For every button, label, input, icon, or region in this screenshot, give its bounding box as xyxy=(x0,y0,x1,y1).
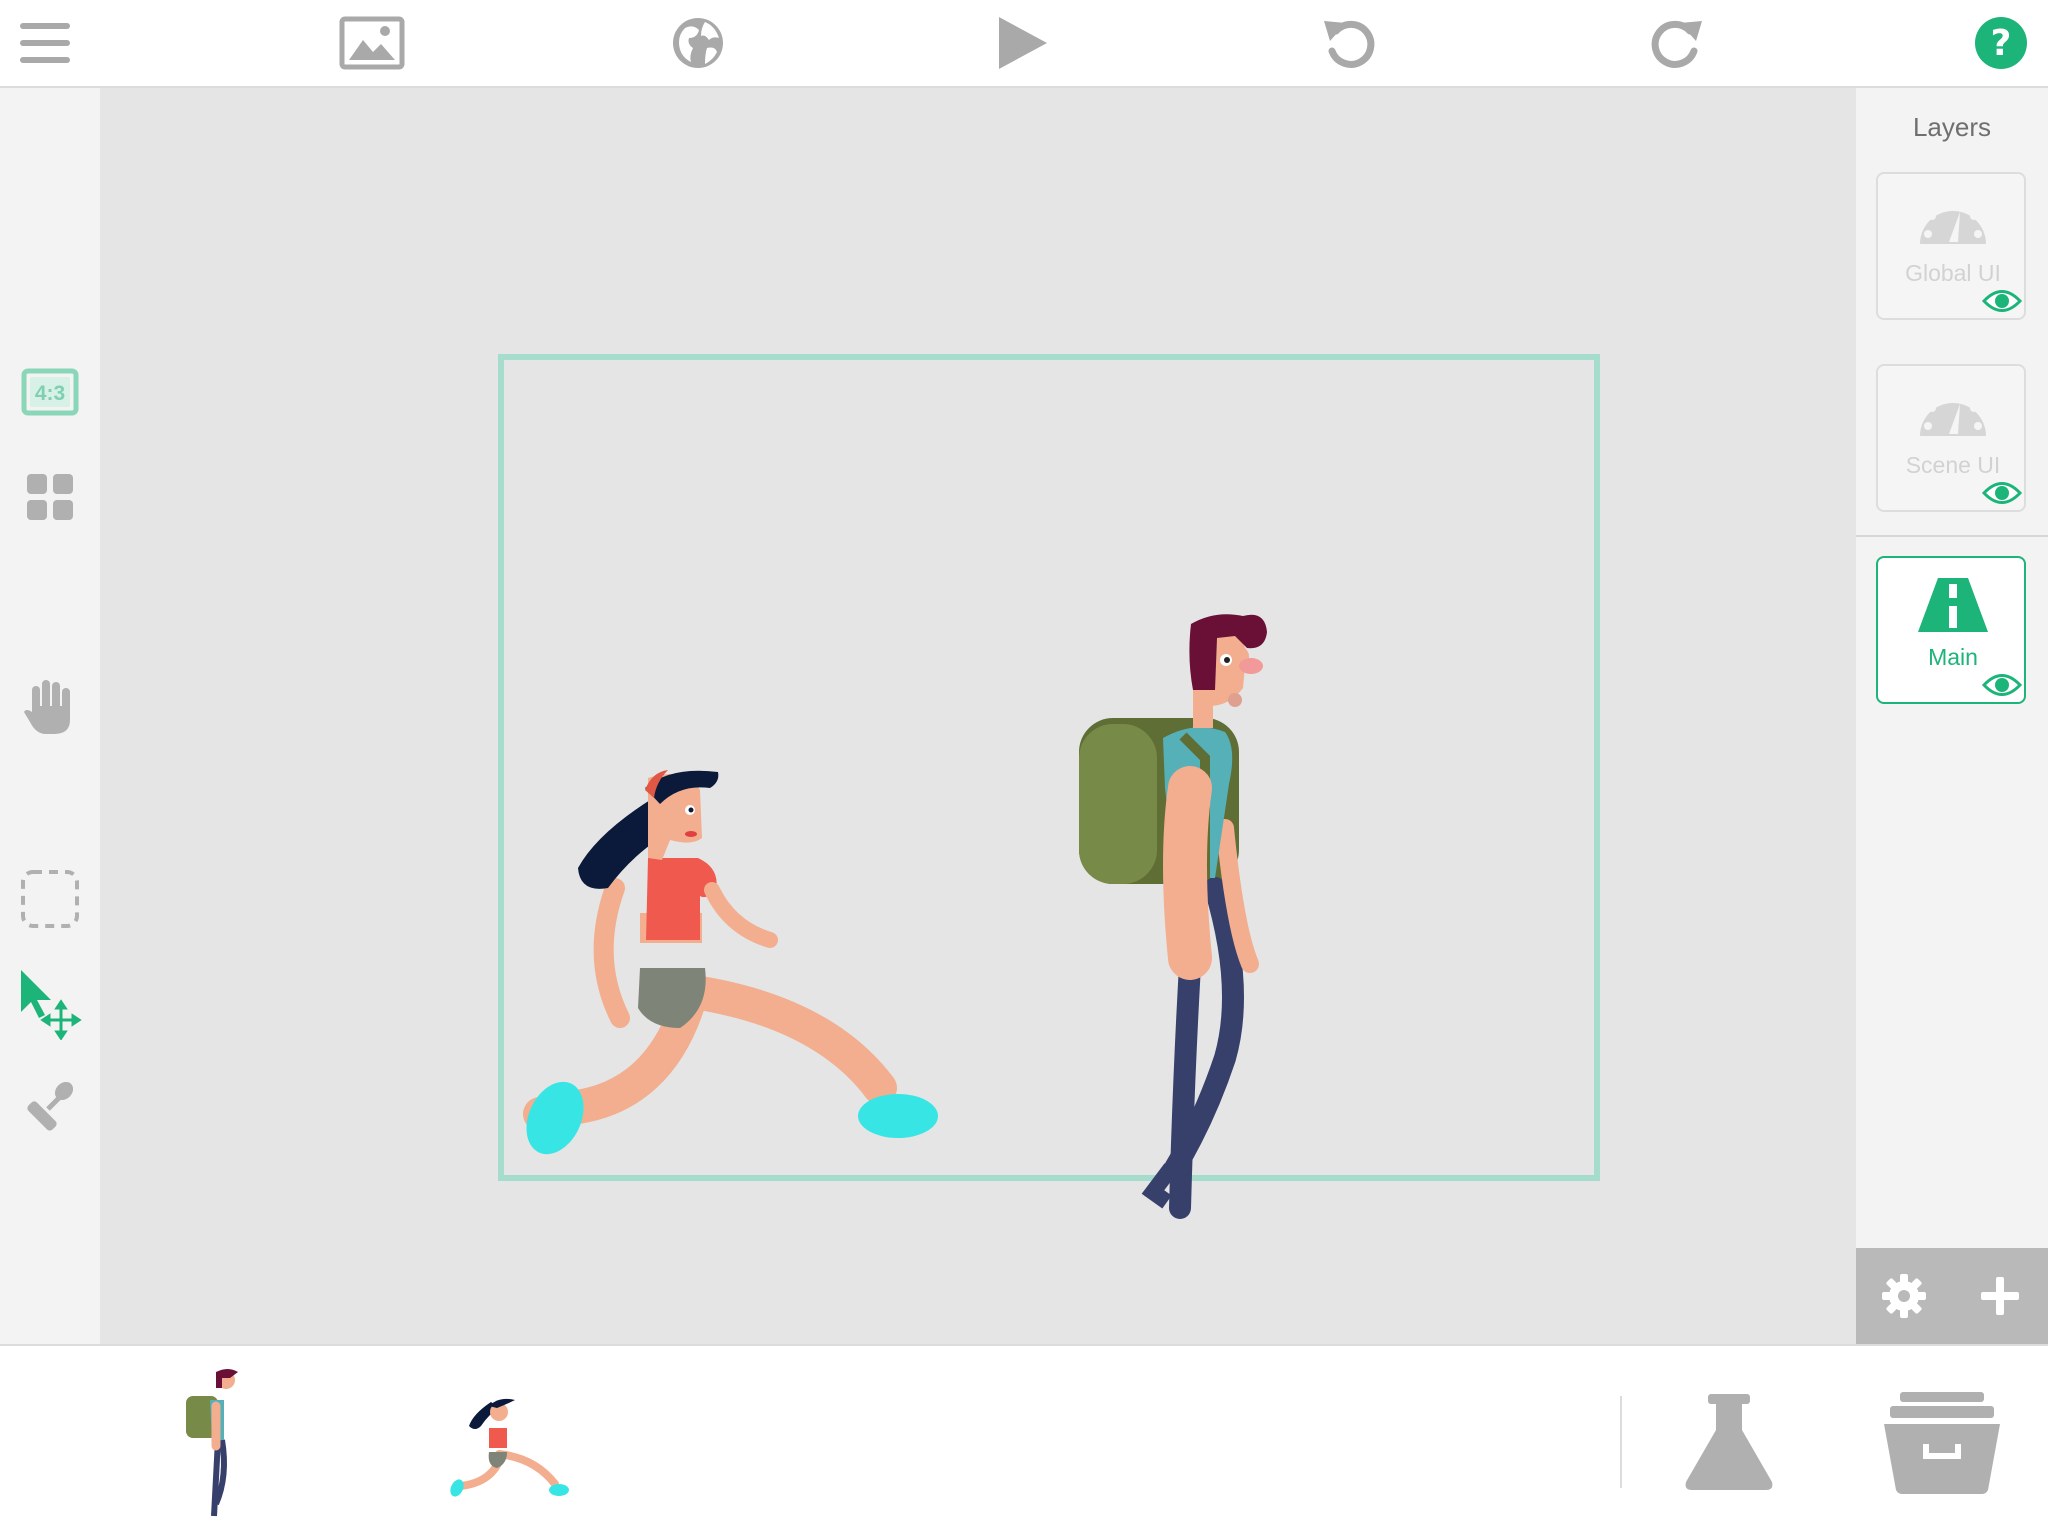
redo-button[interactable] xyxy=(1643,11,1709,75)
select-area-button[interactable] xyxy=(16,865,84,933)
library-divider xyxy=(1620,1396,1622,1488)
asset-library-bar xyxy=(0,1344,2048,1536)
speedometer-icon xyxy=(1920,202,1986,244)
top-toolbar: ? xyxy=(0,0,2048,88)
storage-box-button[interactable] xyxy=(1882,1390,2002,1499)
left-tool-sidebar: 4:3 xyxy=(0,88,100,1344)
running-woman-character[interactable] xyxy=(520,678,1110,1188)
layer-actions-bar xyxy=(1856,1248,2048,1344)
aspect-ratio-label: 4:3 xyxy=(35,382,65,405)
layer-label: Main xyxy=(1928,644,1978,670)
lab-button[interactable] xyxy=(1682,1392,1776,1497)
add-layer-button[interactable] xyxy=(1974,1270,2026,1322)
layer-divider xyxy=(1856,535,2048,537)
scene-canvas[interactable] xyxy=(100,88,1856,1344)
globe-icon xyxy=(673,18,723,68)
library-item-running-woman[interactable] xyxy=(448,1398,569,1499)
eye-icon[interactable] xyxy=(1982,672,2022,698)
help-icon: ? xyxy=(1975,17,2027,69)
stamp-tool-button[interactable] xyxy=(16,1073,84,1141)
hamburger-menu-icon xyxy=(20,23,70,63)
cursor-move-icon xyxy=(21,970,82,1040)
help-label: ? xyxy=(1991,23,2012,64)
grid-icon xyxy=(27,474,73,520)
library-item-backpacker[interactable] xyxy=(180,1366,250,1522)
world-button[interactable] xyxy=(665,11,731,75)
layer-label: Global UI xyxy=(1905,260,2001,286)
play-button[interactable] xyxy=(990,11,1056,75)
hand-icon xyxy=(24,680,70,734)
menu-button[interactable] xyxy=(12,11,78,75)
help-button[interactable]: ? xyxy=(1968,11,2034,75)
undo-button[interactable] xyxy=(1317,11,1383,75)
layer-main[interactable]: Main xyxy=(1876,556,2026,704)
layer-settings-button[interactable] xyxy=(1878,1270,1930,1322)
flask-icon xyxy=(1685,1394,1773,1490)
aspect-ratio-icon: 4:3 xyxy=(21,368,79,416)
speedometer-icon xyxy=(1920,394,1986,436)
undo-icon xyxy=(1324,20,1375,68)
layers-panel: Layers Global UI Scene UI Main xyxy=(1856,88,2048,1344)
layers-title: Layers xyxy=(1912,112,1992,142)
layer-global-ui[interactable]: Global UI xyxy=(1876,172,2026,320)
storage-box-icon xyxy=(1884,1392,2000,1494)
layer-label: Scene UI xyxy=(1905,452,2001,478)
grid-button[interactable] xyxy=(16,463,84,531)
layer-scene-ui[interactable]: Scene UI xyxy=(1876,364,2026,512)
dashed-selection-icon xyxy=(21,870,79,928)
move-select-tool-button[interactable] xyxy=(16,970,84,1040)
redo-icon xyxy=(1651,20,1702,68)
gear-icon xyxy=(1882,1274,1926,1318)
pan-tool-button[interactable] xyxy=(16,672,84,740)
backpacker-man-character[interactable] xyxy=(1075,608,1375,1238)
plus-icon xyxy=(1981,1277,2019,1315)
image-icon xyxy=(339,16,405,70)
stamp-icon xyxy=(27,1081,74,1131)
eye-icon[interactable] xyxy=(1982,480,2022,506)
play-icon xyxy=(999,17,1047,69)
background-button[interactable] xyxy=(339,11,405,75)
eye-icon[interactable] xyxy=(1982,288,2022,314)
aspect-ratio-button[interactable]: 4:3 xyxy=(16,358,84,426)
road-icon xyxy=(1918,578,1988,632)
